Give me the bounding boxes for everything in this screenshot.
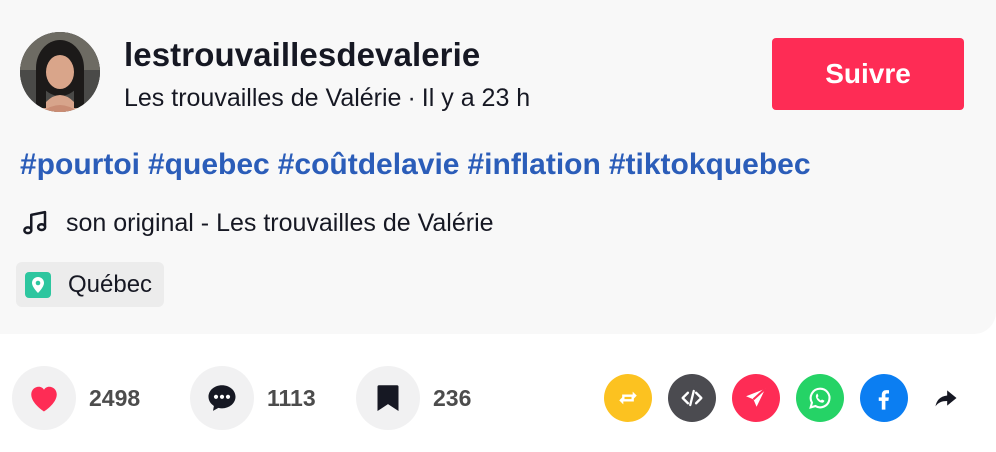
save-count: 236 bbox=[433, 384, 472, 411]
location-tag[interactable]: Québec bbox=[16, 262, 165, 307]
embed-button[interactable] bbox=[668, 374, 716, 422]
share-arrow-icon bbox=[935, 390, 957, 407]
like-button[interactable] bbox=[12, 366, 76, 430]
separator-dot: · bbox=[407, 84, 416, 112]
bookmark-icon bbox=[377, 385, 399, 412]
hashtag-link[interactable]: #inflation bbox=[467, 148, 600, 181]
more-share-button[interactable] bbox=[922, 374, 970, 422]
repost-icon bbox=[619, 391, 637, 405]
repost-button[interactable] bbox=[604, 374, 652, 422]
avatar[interactable] bbox=[20, 32, 100, 112]
hashtag-list: #pourtoi #quebec #coûtdelavie #inflation #ti… bbox=[20, 148, 819, 182]
save-button[interactable] bbox=[356, 366, 420, 430]
follow-button[interactable]: Suivre bbox=[772, 38, 964, 110]
hashtag-link[interactable]: #tiktokquebec bbox=[609, 148, 811, 181]
facebook-icon bbox=[878, 390, 890, 410]
author-display-name[interactable]: Les trouvailles de Valérie bbox=[124, 84, 401, 112]
author-username[interactable]: lestrouvaillesdevalerie bbox=[124, 36, 480, 74]
whatsapp-icon bbox=[809, 387, 831, 409]
save-action: 236 bbox=[356, 366, 471, 430]
heart-icon bbox=[31, 386, 57, 412]
music-label: son original - Les trouvailles de Valéri… bbox=[66, 208, 494, 237]
whatsapp-button[interactable] bbox=[796, 374, 844, 422]
send-button[interactable] bbox=[732, 374, 780, 422]
avatar-photo bbox=[20, 32, 100, 112]
music-note-icon bbox=[23, 210, 47, 235]
comment-icon bbox=[208, 385, 236, 411]
facebook-button[interactable] bbox=[860, 374, 908, 422]
comment-button[interactable] bbox=[190, 366, 254, 430]
music-link[interactable]: son original - Les trouvailles de Valéri… bbox=[20, 208, 494, 238]
author-subline: Les trouvailles de Valérie · Il y a 23 h bbox=[124, 84, 530, 113]
hashtag-link[interactable]: #coûtdelavie bbox=[278, 148, 460, 181]
hashtag-link[interactable]: #pourtoi bbox=[20, 148, 140, 181]
video-info-card: lestrouvaillesdevalerie Les trouvailles … bbox=[0, 0, 996, 334]
comment-count: 1113 bbox=[267, 384, 316, 411]
post-time: Il y a 23 h bbox=[421, 84, 531, 112]
location-pin-icon bbox=[25, 271, 51, 298]
location-label: Québec bbox=[68, 270, 153, 298]
like-count: 2498 bbox=[89, 384, 141, 411]
embed-icon bbox=[681, 389, 703, 407]
comment-action: 1113 bbox=[190, 366, 316, 430]
send-icon bbox=[746, 387, 767, 407]
hashtag-link[interactable]: #quebec bbox=[148, 148, 270, 181]
like-action: 2498 bbox=[12, 366, 140, 430]
